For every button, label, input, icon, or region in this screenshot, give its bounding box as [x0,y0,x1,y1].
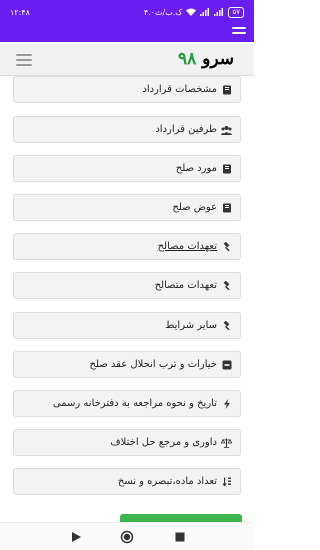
section-label: تعداد ماده،تبصره و نسخ [117,476,217,487]
back-icon[interactable] [68,529,84,545]
section-contract-parties[interactable]: طرفین قرارداد [13,116,241,143]
section-contract-details[interactable]: مشخصات قرارداد [13,76,241,103]
logo-number: ۹۸ [177,49,197,69]
status-bar: ۱۲:۴۸ ۴.۰ک.ب/ث ۵۷ [0,0,254,24]
section-other-terms[interactable]: سایر شرایط [13,312,241,339]
network-speed: ۴.۰ک.ب/ث [143,7,183,17]
section-label: تاریخ و نحوه مراجعه به دفترخانه رسمی [52,398,217,409]
recents-icon[interactable] [172,529,188,545]
section-count[interactable]: تعداد ماده،تبصره و نسخ [13,468,241,495]
signal-icon [200,8,210,16]
section-label: مورد صلح [175,163,217,174]
scale-icon [221,437,232,448]
sort-icon [221,476,232,487]
section-obligations-musalih[interactable]: تعهدات مصالح [13,233,241,260]
book-icon [221,163,232,174]
status-icons: ۴.۰ک.ب/ث ۵۷ [143,6,244,18]
battery-indicator: ۵۷ [228,6,244,18]
section-subject[interactable]: مورد صلح [13,155,241,182]
app-logo: سرو ۹۸ [178,49,234,69]
menu-icon[interactable] [232,27,246,39]
wifi-icon [186,8,197,16]
section-label: تعهدات مصالح [157,241,217,252]
section-label: سایر شرایط [165,320,217,331]
section-label: عوض صلح [172,202,217,213]
gavel-icon [221,280,232,291]
home-icon[interactable] [119,529,135,545]
logo-text: سرو [202,49,234,69]
section-consideration[interactable]: عوض صلح [13,194,241,221]
section-date-notary[interactable]: تاریخ و نحوه مراجعه به دفترخانه رسمی [13,390,241,417]
gavel-icon [221,320,232,331]
hamburger-menu-icon[interactable] [16,54,32,66]
section-label: طرفین قرارداد [155,124,217,135]
signal-icon-2 [214,8,224,16]
book-icon [221,84,232,95]
status-time: ۱۲:۴۸ [10,7,30,17]
section-label: داوری و مرجع حل اختلاف [110,437,217,448]
section-arbitration[interactable]: داوری و مرجع حل اختلاف [13,429,241,456]
section-label: تعهدات متصالح [154,280,217,291]
section-options-termination[interactable]: خیارات و ترب انحلال عقد صلح [13,351,241,378]
section-obligations-mutasalih[interactable]: تعهدات متصالح [13,272,241,299]
gavel-icon [221,241,232,252]
app-header: سرو ۹۸ [0,44,254,76]
bolt-icon [221,398,232,409]
minus-square-icon [221,359,232,370]
users-icon [221,124,232,135]
top-bar [0,24,254,42]
section-label: مشخصات قرارداد [142,84,217,95]
section-label: خیارات و ترب انحلال عقد صلح [89,359,218,370]
book-icon [221,202,232,213]
system-nav-bar [0,522,254,550]
